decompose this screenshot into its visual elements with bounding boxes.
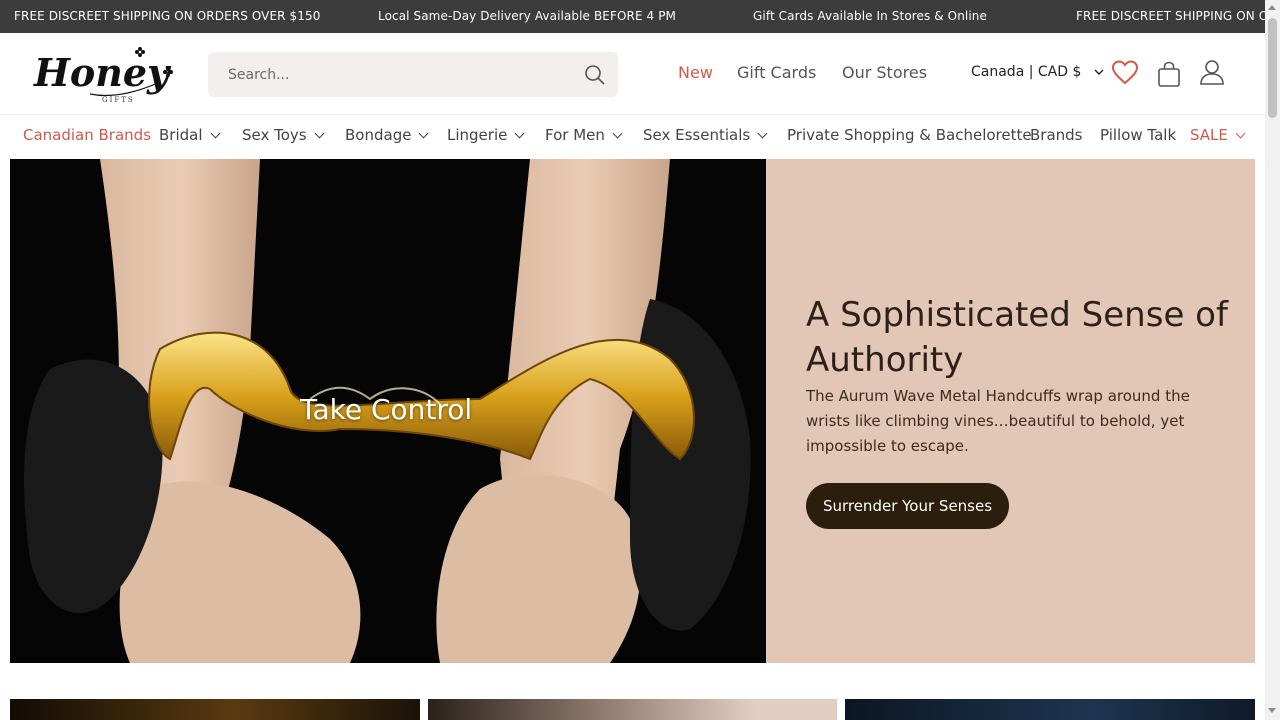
chevron-down-icon [514,128,525,139]
chevron-down-icon [210,128,220,139]
promo-card[interactable] [10,699,420,720]
nav-item-sex-essentials[interactable]: Sex Essentials [643,126,768,144]
announcement-item: FREE DISCREET SHIPPING ON ORDERS OVER $1… [14,9,321,23]
chevron-down-icon [1094,69,1104,75]
chevron-down-icon [1235,128,1246,139]
promo-card[interactable] [428,699,837,720]
scroll-down-arrow-icon[interactable] [1268,708,1276,713]
logo-text: Honey [33,50,172,95]
nav-item-label: Canadian Brands [23,126,152,144]
nav-item-label: Private Shopping & Bachelorette [787,126,1032,144]
scroll-up-arrow-icon[interactable] [1268,5,1276,10]
nav-item-label: Sex Essentials [643,126,751,144]
nav-link-new[interactable]: New [678,63,713,82]
page-scrollbar[interactable] [1265,0,1280,720]
nav-item-canadian-brands[interactable]: Canadian Brands [23,126,151,144]
announcement-item: Gift Cards Available In Stores & Online [753,9,987,23]
announcement-item: Local Same-Day Delivery Available BEFORE… [378,9,676,23]
nav-item-bondage[interactable]: Bondage [345,126,429,144]
logo-subtext: GIFTS [102,96,135,104]
chevron-down-icon [612,128,623,139]
nav-item-label: Pillow Talk [1100,126,1177,144]
logo-mark: Honey GIFTS [33,47,173,104]
announcement-item: FREE DISCREET SHIPPING ON ORDERS OVER $1… [1076,9,1265,23]
search-bar [208,52,618,97]
hero-image[interactable]: . Take Control [10,159,766,663]
nav-item-sex-toys[interactable]: Sex Toys [242,126,325,144]
chevron-down-icon [757,128,768,139]
nav-item-label: SALE [1190,126,1228,144]
nav-item-lingerie[interactable]: Lingerie [447,126,525,144]
hero-text-panel: A Sophisticated Sense of Authority The A… [766,159,1255,663]
chevron-down-icon [314,128,325,139]
country-label: Canada | CAD $ [971,64,1082,80]
nav-item-label: Sex Toys [242,126,307,144]
nav-item-label: Brands [1030,126,1083,144]
nav-link-gift-cards[interactable]: Gift Cards [737,63,816,82]
nav-item-for-men[interactable]: For Men [545,126,623,144]
main-navigation: Canadian Brands Bridal Sex Toys Bondage … [0,115,1265,159]
nav-item-pillow-talk[interactable]: Pillow Talk [1100,126,1176,144]
nav-link-our-stores[interactable]: Our Stores [842,63,927,82]
promo-card[interactable] [845,699,1255,720]
chevron-down-icon [419,128,429,139]
nav-item-label: Bondage [345,126,412,144]
hero-title: A Sophisticated Sense of Authority [806,295,1228,380]
cart-bag-icon[interactable] [1155,60,1183,88]
hero-overlay-title: Take Control [300,393,473,426]
announcement-bar: FREE DISCREET SHIPPING ON ORDERS OVER $1… [0,0,1265,33]
search-input[interactable] [208,52,568,97]
nav-item-brands[interactable]: Brands [1030,126,1083,144]
site-header: Honey GIFTS New Gift Cards Our Stores Ca… [0,33,1265,115]
nav-item-label: Lingerie [447,126,508,144]
scrollbar-thumb[interactable] [1268,18,1277,118]
nav-item-bridal[interactable]: Bridal [159,126,220,144]
nav-item-private-shopping[interactable]: Private Shopping & Bachelorette [787,126,1032,144]
logo[interactable]: Honey GIFTS [30,42,180,104]
hero-description: The Aurum Wave Metal Handcuffs wrap arou… [806,387,1190,455]
nav-item-sale[interactable]: SALE [1190,126,1246,144]
country-selector[interactable]: Canada | CAD $ [971,64,1104,80]
nav-item-label: For Men [545,126,605,144]
search-icon[interactable] [583,63,607,87]
wishlist-heart-icon[interactable] [1111,59,1139,87]
hero-cta-button[interactable]: Surrender Your Senses [806,483,1009,529]
account-user-icon[interactable] [1198,58,1226,86]
nav-item-label: Bridal [159,126,203,144]
